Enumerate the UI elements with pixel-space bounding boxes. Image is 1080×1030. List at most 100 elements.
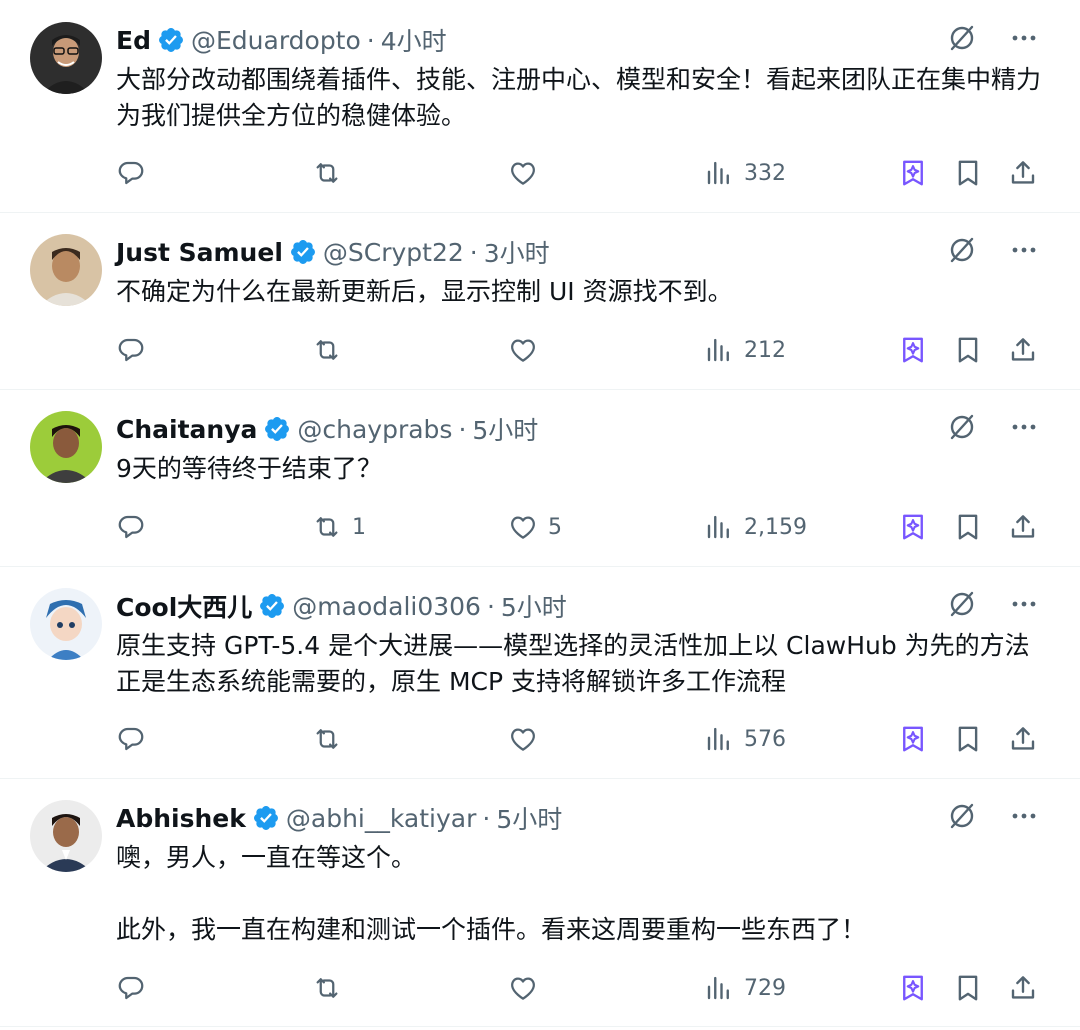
like-icon — [508, 335, 538, 365]
tweet-text: 不确定为什么在最新更新后，显示控制 UI 资源找不到。 — [116, 277, 733, 306]
share-button[interactable] — [1008, 968, 1038, 1008]
tweet[interactable]: Chaitanya @chayprabs · 5小时 9天的等待终于结束了？ 1… — [0, 389, 1080, 567]
like-button[interactable] — [508, 330, 548, 370]
display-name[interactable]: Cool大西儿 — [116, 588, 252, 624]
verified-badge-icon — [252, 804, 280, 832]
timestamp[interactable]: 5小时 — [472, 411, 538, 447]
reply-button[interactable] — [116, 330, 156, 370]
like-button[interactable] — [508, 153, 548, 193]
grok-slash-icon[interactable] — [946, 234, 978, 266]
reply-button[interactable] — [116, 507, 156, 547]
more-icon[interactable] — [1008, 800, 1040, 832]
tweet-header: Just Samuel @SCrypt22 · 3小时 — [116, 232, 550, 272]
more-icon[interactable] — [1008, 234, 1040, 266]
grok-slash-icon[interactable] — [946, 411, 978, 443]
avatar[interactable] — [30, 22, 102, 94]
user-handle[interactable]: @SCrypt22 — [323, 238, 464, 267]
views-icon — [704, 973, 734, 1003]
bookmark-button[interactable] — [953, 153, 983, 193]
grok-icon — [898, 973, 928, 1003]
repost-icon — [312, 724, 342, 754]
grok-button[interactable] — [898, 507, 928, 547]
tweet-actions: 729 — [116, 968, 1046, 1008]
share-icon — [1008, 973, 1038, 1003]
tweet-actions: 212 — [116, 330, 1046, 370]
timestamp[interactable]: 5小时 — [496, 800, 562, 836]
views-button[interactable]: 212 — [704, 330, 786, 370]
bookmark-button[interactable] — [953, 968, 983, 1008]
user-handle[interactable]: @maodali0306 — [292, 592, 481, 621]
like-button[interactable] — [508, 719, 548, 759]
grok-button[interactable] — [898, 330, 928, 370]
grok-button[interactable] — [898, 719, 928, 759]
timestamp[interactable]: 5小时 — [501, 588, 567, 624]
separator-dot: · — [458, 414, 467, 444]
repost-button[interactable] — [312, 330, 352, 370]
verified-badge-icon — [289, 238, 317, 266]
repost-button[interactable]: 1 — [312, 507, 366, 547]
tweet[interactable]: Cool大西儿 @maodali0306 · 5小时 原生支持 GPT-5.4 … — [0, 566, 1080, 779]
share-button[interactable] — [1008, 507, 1038, 547]
repost-button[interactable] — [312, 719, 352, 759]
bookmark-button[interactable] — [953, 507, 983, 547]
user-handle[interactable]: @abhi__katiyar — [286, 804, 476, 833]
avatar[interactable] — [30, 411, 102, 483]
views-button[interactable]: 576 — [704, 719, 786, 759]
timestamp[interactable]: 4小时 — [381, 22, 447, 58]
share-button[interactable] — [1008, 719, 1038, 759]
grok-button[interactable] — [898, 153, 928, 193]
repost-icon — [312, 158, 342, 188]
tweet[interactable]: Just Samuel @SCrypt22 · 3小时 不确定为什么在最新更新后… — [0, 212, 1080, 390]
display-name[interactable]: Abhishek — [116, 804, 246, 833]
more-icon[interactable] — [1008, 22, 1040, 54]
tweet-header: Abhishek @abhi__katiyar · 5小时 — [116, 798, 562, 838]
display-name[interactable]: Ed — [116, 26, 151, 55]
reply-button[interactable] — [116, 968, 156, 1008]
tweet[interactable]: Ed @Eduardopto · 4小时 大部分改动都围绕着插件、技能、注册中心… — [0, 0, 1080, 213]
tweet-top-actions — [946, 800, 1040, 832]
avatar[interactable] — [30, 234, 102, 306]
bookmark-button[interactable] — [953, 330, 983, 370]
avatar-image — [30, 234, 102, 306]
views-button[interactable]: 729 — [704, 968, 786, 1008]
tweet-text: 9天的等待终于结束了？ — [116, 454, 382, 483]
display-name[interactable]: Just Samuel — [116, 238, 283, 267]
views-button[interactable]: 332 — [704, 153, 786, 193]
views-button[interactable]: 2,159 — [704, 507, 807, 547]
more-icon[interactable] — [1008, 411, 1040, 443]
grok-slash-icon[interactable] — [946, 22, 978, 54]
tweet[interactable]: Abhishek @abhi__katiyar · 5小时 噢，男人，一直在等这… — [0, 778, 1080, 1027]
like-icon — [508, 724, 538, 754]
grok-button[interactable] — [898, 968, 928, 1008]
avatar[interactable] — [30, 588, 102, 660]
reply-button[interactable] — [116, 719, 156, 759]
share-icon — [1008, 724, 1038, 754]
user-handle[interactable]: @Eduardopto — [191, 26, 361, 55]
share-button[interactable] — [1008, 330, 1038, 370]
like-button[interactable]: 5 — [508, 507, 562, 547]
bookmark-button[interactable] — [953, 719, 983, 759]
view-count: 729 — [744, 975, 786, 1001]
verified-badge-icon — [263, 415, 291, 443]
display-name[interactable]: Chaitanya — [116, 415, 257, 444]
separator-dot: · — [366, 25, 375, 55]
reply-icon — [116, 158, 146, 188]
repost-button[interactable] — [312, 153, 352, 193]
grok-icon — [898, 512, 928, 542]
like-button[interactable] — [508, 968, 548, 1008]
share-button[interactable] — [1008, 153, 1038, 193]
like-icon — [508, 158, 538, 188]
grok-slash-icon[interactable] — [946, 800, 978, 832]
grok-icon — [898, 158, 928, 188]
tweet-header: Ed @Eduardopto · 4小时 — [116, 20, 447, 60]
more-icon[interactable] — [1008, 588, 1040, 620]
repost-button[interactable] — [312, 968, 352, 1008]
reply-button[interactable] — [116, 153, 156, 193]
repost-icon — [312, 335, 342, 365]
views-icon — [704, 335, 734, 365]
like-icon — [508, 973, 538, 1003]
user-handle[interactable]: @chayprabs — [297, 415, 452, 444]
avatar[interactable] — [30, 800, 102, 872]
timestamp[interactable]: 3小时 — [484, 234, 550, 270]
grok-slash-icon[interactable] — [946, 588, 978, 620]
